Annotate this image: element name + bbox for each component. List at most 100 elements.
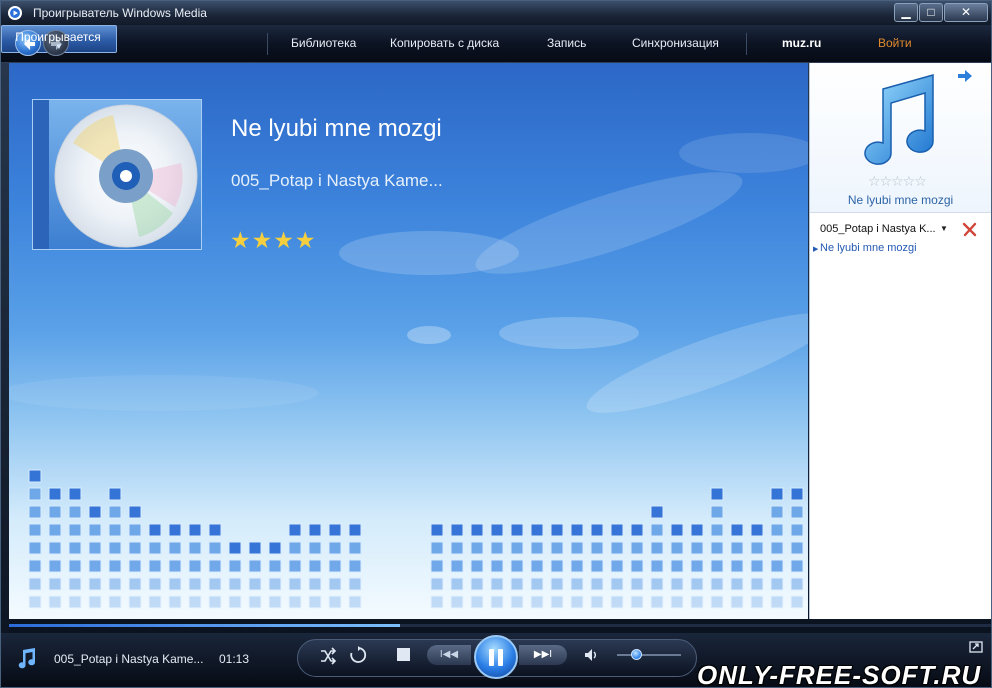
empty-rating-stars[interactable]: ☆☆☆☆☆ xyxy=(868,173,927,190)
tab-dropdown-icon[interactable]: ▼ xyxy=(55,42,63,51)
playlist-name[interactable]: 005_Potap i Nastya K... xyxy=(820,223,936,235)
list-album-title[interactable]: Ne lyubi mne mozgi xyxy=(810,193,991,207)
equalizer-block xyxy=(610,595,624,609)
seek-bar[interactable] xyxy=(9,620,991,634)
switch-to-skin-icon[interactable] xyxy=(969,641,983,653)
seek-progress xyxy=(9,624,400,627)
close-button[interactable]: ✕ xyxy=(944,3,988,22)
equalizer-block xyxy=(128,541,142,555)
clear-list-icon[interactable] xyxy=(962,221,978,237)
equalizer-block xyxy=(690,523,704,537)
tab-sync[interactable]: Синхронизация xyxy=(632,36,719,50)
equalizer-block xyxy=(630,523,644,537)
equalizer-block xyxy=(650,559,664,573)
equalizer-block xyxy=(268,541,282,555)
equalizer-block xyxy=(790,523,804,537)
volume-icon[interactable] xyxy=(583,647,599,663)
visualization-area[interactable]: Ne lyubi mne mozgi 005_Potap i Nastya Ka… xyxy=(9,63,808,619)
pause-icon xyxy=(489,649,494,666)
track-rating-stars[interactable]: ★★★★ xyxy=(230,227,316,254)
tab-burn[interactable]: Запись xyxy=(547,36,586,50)
equalizer-block xyxy=(490,595,504,609)
elapsed-time[interactable]: 01:13 xyxy=(219,652,249,666)
equalizer-block xyxy=(750,595,764,609)
playlist-item[interactable]: Ne lyubi mne mozgi xyxy=(820,242,917,254)
equalizer-block xyxy=(168,559,182,573)
repeat-button[interactable] xyxy=(349,646,367,664)
list-pane-album-area: ☆☆☆☆☆ Ne lyubi mne mozgi xyxy=(810,63,991,213)
maximize-button[interactable]: □ xyxy=(919,3,943,22)
equalizer-block xyxy=(108,541,122,555)
equalizer-block xyxy=(770,541,784,555)
minimize-button[interactable]: ▁ xyxy=(894,3,918,22)
equalizer-block xyxy=(48,541,62,555)
equalizer-block xyxy=(168,595,182,609)
store-link[interactable]: muz.ru xyxy=(782,36,821,50)
volume-knob[interactable] xyxy=(631,649,642,660)
equalizer-block xyxy=(630,577,644,591)
equalizer-block xyxy=(28,487,42,501)
equalizer-block xyxy=(790,595,804,609)
equalizer-block xyxy=(470,541,484,555)
equalizer-block xyxy=(248,595,262,609)
list-pane: ☆☆☆☆☆ Ne lyubi mne mozgi 005_Potap i Nas… xyxy=(809,63,991,619)
equalizer-block xyxy=(750,541,764,555)
cd-disc-icon xyxy=(54,104,198,248)
equalizer-block xyxy=(248,541,262,555)
equalizer-block xyxy=(328,577,342,591)
equalizer-block xyxy=(88,595,102,609)
equalizer-block xyxy=(128,505,142,519)
equalizer-block xyxy=(68,505,82,519)
equalizer-block xyxy=(530,523,544,537)
tab-rip[interactable]: Копировать с диска xyxy=(390,36,499,50)
equalizer-block xyxy=(208,541,222,555)
pause-button[interactable] xyxy=(474,635,518,679)
now-playing-track[interactable]: 005_Potap i Nastya Kame... xyxy=(54,652,203,666)
equalizer-block xyxy=(670,577,684,591)
previous-button[interactable]: I◀◀ xyxy=(427,645,471,665)
title-bar[interactable]: Проигрыватель Windows Media ▁ □ ✕ xyxy=(1,1,991,25)
equalizer-block xyxy=(690,595,704,609)
chevron-down-icon[interactable]: ▼ xyxy=(940,224,948,233)
equalizer-block xyxy=(228,559,242,573)
equalizer-block xyxy=(550,523,564,537)
equalizer-block xyxy=(88,559,102,573)
next-button[interactable]: ▶▶I xyxy=(519,645,567,665)
watermark-text: ONLY-FREE-SOFT.RU xyxy=(697,660,982,688)
equalizer-block xyxy=(148,559,162,573)
equalizer-block xyxy=(590,595,604,609)
equalizer-block xyxy=(610,577,624,591)
album-art[interactable] xyxy=(32,99,202,250)
equalizer-block xyxy=(208,559,222,573)
equalizer-block xyxy=(208,577,222,591)
equalizer-block xyxy=(328,595,342,609)
equalizer-block xyxy=(570,541,584,555)
equalizer-block xyxy=(28,469,42,483)
volume-slider[interactable] xyxy=(617,654,681,656)
equalizer-block xyxy=(730,595,744,609)
equalizer-block xyxy=(88,541,102,555)
login-link[interactable]: Войти xyxy=(878,36,912,50)
stop-button[interactable] xyxy=(397,648,410,661)
equalizer-block xyxy=(550,577,564,591)
equalizer-block xyxy=(348,595,362,609)
equalizer-block xyxy=(48,559,62,573)
equalizer-block xyxy=(308,559,322,573)
music-note-icon xyxy=(18,648,36,669)
equalizer-block xyxy=(550,595,564,609)
equalizer-block xyxy=(750,559,764,573)
equalizer-block xyxy=(510,559,524,573)
equalizer-block xyxy=(510,595,524,609)
equalizer-block xyxy=(710,541,724,555)
equalizer-block xyxy=(168,541,182,555)
arrow-right-icon[interactable] xyxy=(957,69,973,83)
equalizer-block xyxy=(430,595,444,609)
shuffle-button[interactable] xyxy=(319,647,337,665)
equalizer-block xyxy=(530,595,544,609)
equalizer-block xyxy=(670,595,684,609)
equalizer-block xyxy=(88,523,102,537)
equalizer-block xyxy=(108,487,122,501)
tab-library[interactable]: Библиотека xyxy=(291,36,356,50)
equalizer-block xyxy=(670,559,684,573)
equalizer-block xyxy=(490,541,504,555)
